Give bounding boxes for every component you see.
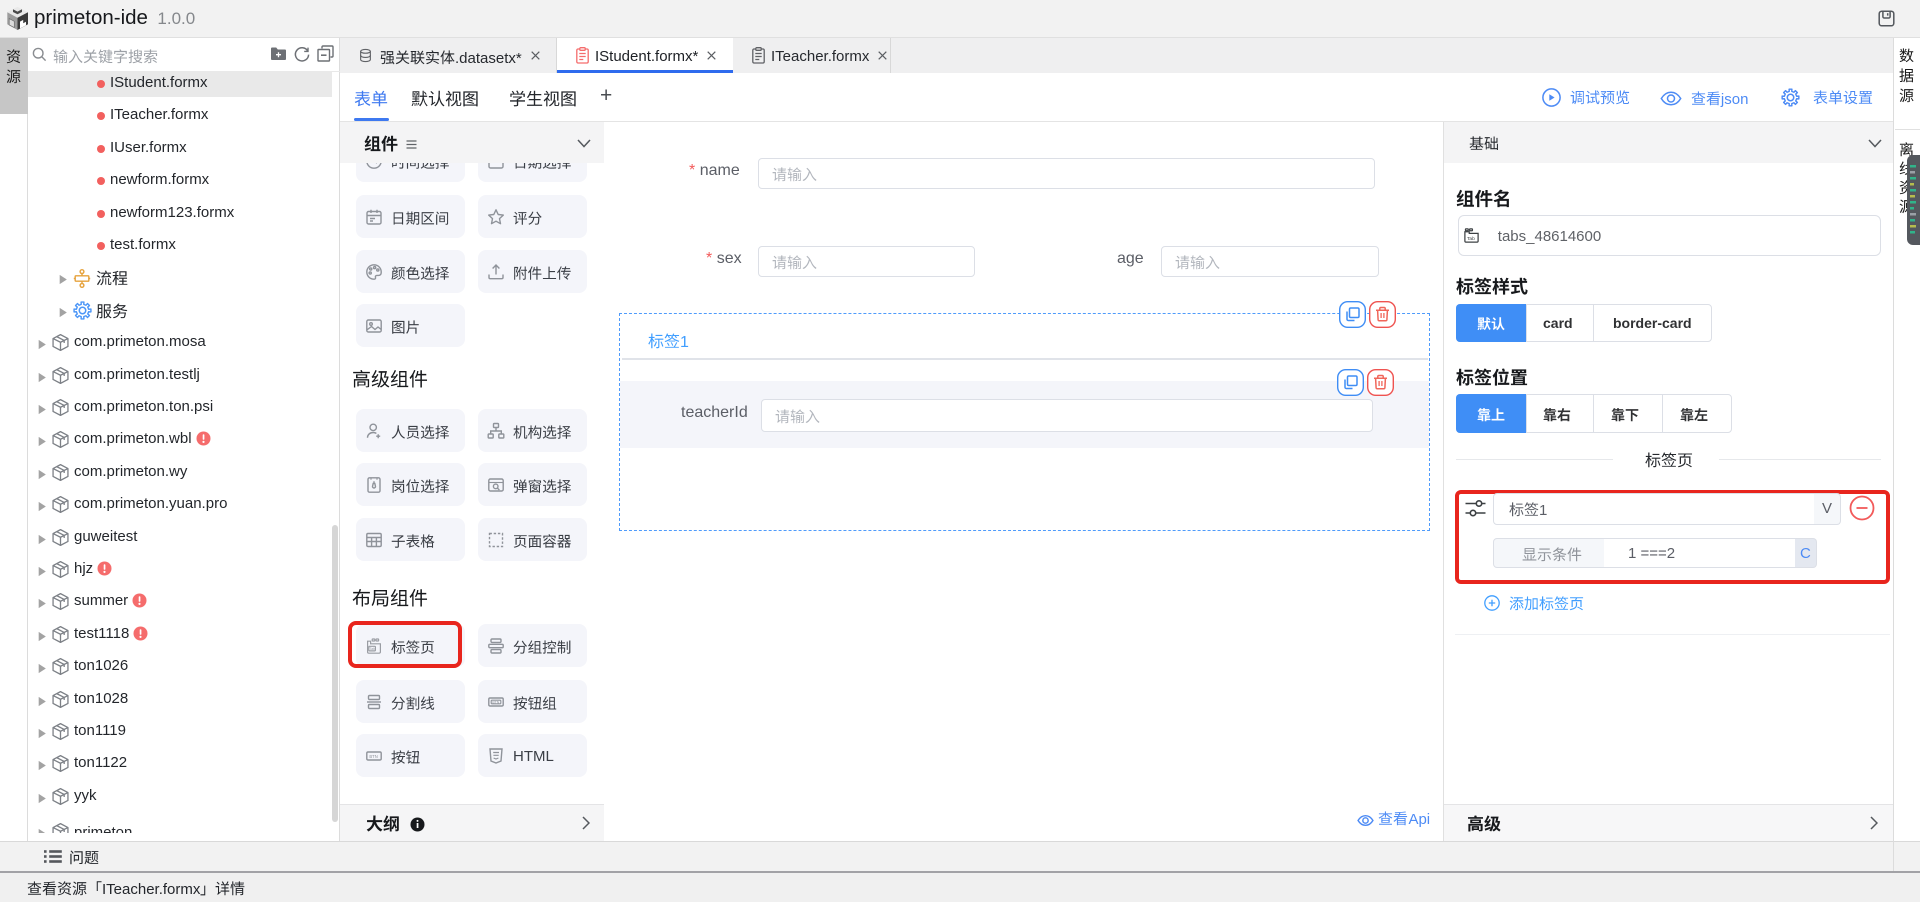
svg-text:BTN: BTN [369, 754, 377, 759]
svg-text:BTN: BTN [492, 701, 499, 705]
svg-text:Tab: Tab [1467, 236, 1475, 242]
